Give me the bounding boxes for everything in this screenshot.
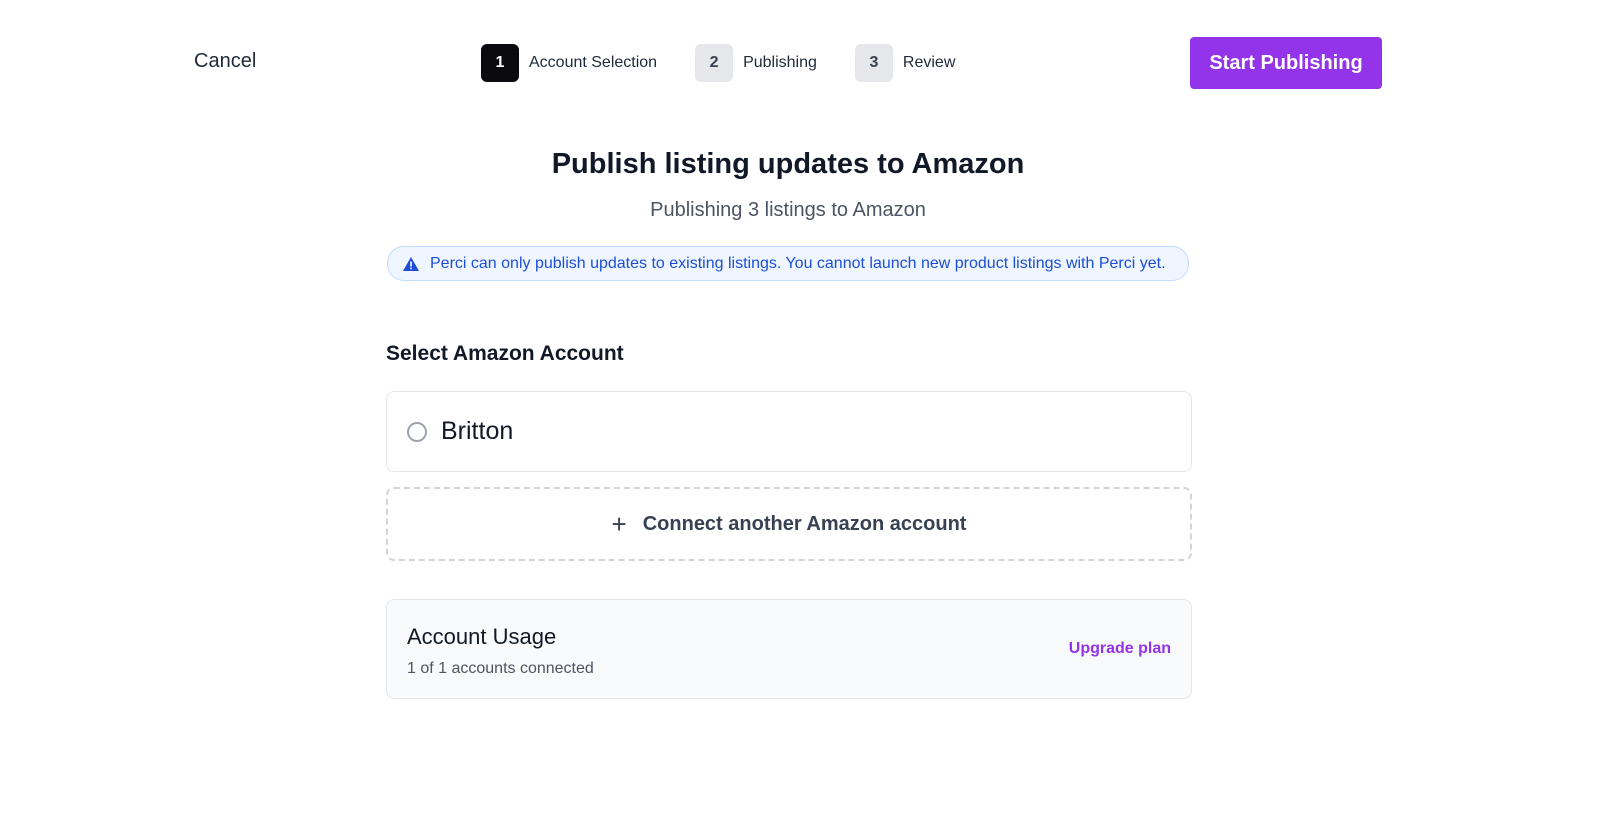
account-usage-card: Account Usage 1 of 1 accounts connected … xyxy=(386,599,1192,699)
section-title: Select Amazon Account xyxy=(386,342,624,365)
usage-summary: 1 of 1 accounts connected xyxy=(407,660,594,677)
stepper: 1 Account Selection 2 Publishing 3 Revie… xyxy=(481,44,993,82)
cancel-button[interactable]: Cancel xyxy=(194,50,256,73)
step-label: Account Selection xyxy=(529,54,658,71)
page-title: Publish listing updates to Amazon xyxy=(551,148,1025,180)
usage-title: Account Usage xyxy=(407,624,557,649)
warning-icon xyxy=(403,256,419,271)
connect-account-button[interactable]: + Connect another Amazon account xyxy=(386,487,1192,561)
account-option-britton[interactable]: Britton xyxy=(386,391,1192,472)
page-subtitle: Publishing 3 listings to Amazon xyxy=(650,199,926,221)
notice-text: Perci can only publish updates to existi… xyxy=(430,254,1166,272)
account-name: Britton xyxy=(441,417,514,445)
publish-page: Cancel 1 Account Selection 2 Publishing … xyxy=(0,0,1600,819)
step-number: 3 xyxy=(854,44,893,82)
step-label: Publishing xyxy=(743,54,817,71)
step-publishing[interactable]: 2 Publishing xyxy=(695,44,817,82)
radio-button[interactable] xyxy=(407,421,427,442)
step-review[interactable]: 3 Review xyxy=(854,44,956,82)
connect-account-label: Connect another Amazon account xyxy=(642,512,967,535)
step-number: 2 xyxy=(695,44,734,82)
upgrade-plan-link[interactable]: Upgrade plan xyxy=(1069,640,1171,658)
step-account-selection[interactable]: 1 Account Selection xyxy=(481,44,657,82)
plus-icon: + xyxy=(611,509,627,539)
step-number: 1 xyxy=(481,44,519,82)
step-label: Review xyxy=(902,54,956,71)
info-notice: Perci can only publish updates to existi… xyxy=(387,246,1189,281)
start-publishing-button[interactable]: Start Publishing xyxy=(1190,37,1382,89)
